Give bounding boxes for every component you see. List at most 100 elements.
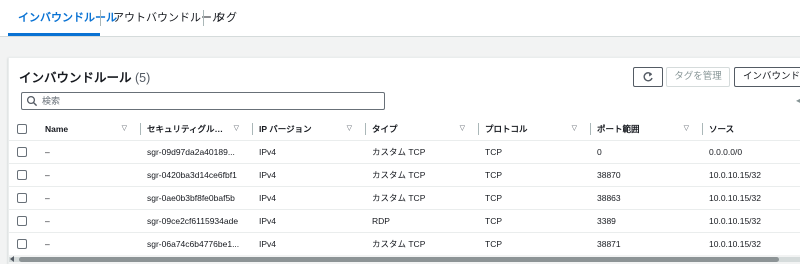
- cell-text: カスタム TCP: [372, 147, 426, 157]
- column-label: IP バージョン: [259, 124, 312, 134]
- row-checkbox[interactable]: [17, 147, 27, 158]
- cell-type: RDP: [366, 209, 479, 233]
- tab-divider: [100, 10, 101, 26]
- cell-port-range: 38863: [591, 186, 703, 210]
- cell-text: –: [45, 216, 50, 226]
- row-checkbox[interactable]: [17, 170, 27, 181]
- scrollbar-thumb[interactable]: [19, 257, 779, 262]
- row-checkbox[interactable]: [17, 239, 27, 250]
- cell-text: sgr-06a74c6b4776be1...: [147, 239, 240, 249]
- cell-ip-version: IPv4: [253, 186, 366, 210]
- cell-text: IPv4: [259, 216, 277, 226]
- select-all-checkbox[interactable]: [17, 124, 27, 135]
- cell-ip-version: IPv4: [253, 209, 366, 233]
- cell-text: 10.0.10.15/32: [709, 216, 761, 226]
- sort-icon[interactable]: ▽: [347, 118, 352, 140]
- column-header-security-group-rule-id[interactable]: セキュリティグループ... ▽: [141, 118, 253, 141]
- inbound-rules-panel: インバウンドルール (5) タグを管理 インバウンドの ◂: [8, 57, 800, 264]
- cell-protocol: TCP: [479, 140, 591, 164]
- sort-icon[interactable]: ▽: [122, 118, 127, 140]
- cell-rule-id: sgr-09ce2cf6115934ade: [141, 209, 253, 233]
- scroll-left-arrow-icon[interactable]: [10, 256, 14, 262]
- column-label: ソース: [709, 124, 735, 134]
- cell-text: IPv4: [259, 239, 277, 249]
- cell-text: –: [45, 147, 50, 157]
- row-select-cell: [9, 163, 39, 187]
- table-row[interactable]: – sgr-0ae0b3bf8fe0baf5b IPv4 カスタム TCP TC…: [9, 186, 800, 210]
- cell-protocol: TCP: [479, 163, 591, 187]
- panel-title-text: インバウンドルール: [19, 71, 132, 85]
- cell-name: –: [39, 140, 141, 164]
- cell-source: 0.0.0.0/0: [703, 140, 800, 164]
- cell-text: 0: [597, 147, 602, 157]
- cell-text: 3389: [597, 216, 616, 226]
- cell-type: カスタム TCP: [366, 163, 479, 187]
- search-input[interactable]: [42, 93, 372, 109]
- cell-text: IPv4: [259, 193, 277, 203]
- column-header-source[interactable]: ソース: [703, 118, 800, 141]
- cell-text: TCP: [485, 239, 502, 249]
- column-header-port-range[interactable]: ポート範囲 ▽: [591, 118, 703, 141]
- row-checkbox[interactable]: [17, 216, 27, 227]
- cell-ip-version: IPv4: [253, 232, 366, 256]
- column-label: タイプ: [372, 124, 398, 134]
- cell-text: IPv4: [259, 170, 277, 180]
- column-header-protocol[interactable]: プロトコル ▽: [479, 118, 591, 141]
- sort-icon[interactable]: ▽: [684, 118, 689, 140]
- sort-icon[interactable]: ▽: [460, 118, 465, 140]
- column-label: Name: [45, 124, 69, 134]
- column-label: プロトコル: [485, 124, 528, 134]
- cell-protocol: TCP: [479, 232, 591, 256]
- cell-rule-id: sgr-0ae0b3bf8fe0baf5b: [141, 186, 253, 210]
- column-header-type[interactable]: タイプ ▽: [366, 118, 479, 141]
- sort-icon[interactable]: ▽: [234, 118, 239, 140]
- cell-text: –: [45, 170, 50, 180]
- table-row[interactable]: – sgr-0420ba3d14ce6fbf1 IPv4 カスタム TCP TC…: [9, 163, 800, 187]
- sort-icon[interactable]: ▽: [572, 118, 577, 140]
- tab-bar: インバウンドルール アウトバウンドルール タグ: [0, 0, 800, 37]
- cell-text: 38870: [597, 170, 621, 180]
- row-select-cell: [9, 140, 39, 164]
- cell-source: 10.0.10.15/32: [703, 186, 800, 210]
- cell-source: 10.0.10.15/32: [703, 209, 800, 233]
- cell-text: –: [45, 193, 50, 203]
- row-checkbox[interactable]: [17, 193, 27, 204]
- active-tab-indicator: [8, 33, 100, 36]
- manage-tags-button[interactable]: タグを管理: [666, 67, 730, 87]
- cell-text: RDP: [372, 216, 390, 226]
- search-box: [21, 92, 385, 110]
- cell-text: 38871: [597, 239, 621, 249]
- cell-text: 10.0.10.15/32: [709, 239, 761, 249]
- search-icon: [26, 95, 38, 107]
- scroll-left-indicator: ◂: [796, 96, 800, 105]
- cell-text: カスタム TCP: [372, 193, 426, 203]
- column-header-ip-version[interactable]: IP バージョン ▽: [253, 118, 366, 141]
- cell-text: 38863: [597, 193, 621, 203]
- table-row[interactable]: – sgr-09d97da2a40189... IPv4 カスタム TCP TC…: [9, 140, 800, 164]
- edit-inbound-rules-button[interactable]: インバウンドの: [734, 67, 800, 87]
- cell-text: TCP: [485, 147, 502, 157]
- tab-tags[interactable]: タグ: [215, 0, 237, 36]
- cell-type: カスタム TCP: [366, 140, 479, 164]
- tab-inbound-rules[interactable]: インバウンドルール: [18, 0, 117, 36]
- cell-type: カスタム TCP: [366, 186, 479, 210]
- table-row[interactable]: – sgr-09ce2cf6115934ade IPv4 RDP TCP 338…: [9, 209, 800, 233]
- cell-text: カスタム TCP: [372, 239, 426, 249]
- tab-divider: [203, 10, 204, 26]
- cell-ip-version: IPv4: [253, 163, 366, 187]
- column-label: セキュリティグループ...: [147, 124, 227, 134]
- cell-type: カスタム TCP: [366, 232, 479, 256]
- cell-rule-id: sgr-06a74c6b4776be1...: [141, 232, 253, 256]
- cell-name: –: [39, 232, 141, 256]
- table-header-row: Name ▽ セキュリティグループ... ▽ IP バージョン ▽ タイプ ▽ プロトコ…: [9, 118, 800, 141]
- refresh-button[interactable]: [633, 67, 663, 87]
- rule-count: (5): [135, 71, 151, 85]
- cell-rule-id: sgr-0420ba3d14ce6fbf1: [141, 163, 253, 187]
- column-label: ポート範囲: [597, 124, 640, 134]
- tab-outbound-rules[interactable]: アウトバウンドルール: [113, 0, 223, 36]
- cell-text: sgr-09ce2cf6115934ade: [147, 216, 239, 226]
- row-select-cell: [9, 209, 39, 233]
- cell-text: 10.0.10.15/32: [709, 193, 761, 203]
- column-header-name[interactable]: Name ▽: [39, 118, 141, 141]
- table-row[interactable]: – sgr-06a74c6b4776be1... IPv4 カスタム TCP T…: [9, 232, 800, 256]
